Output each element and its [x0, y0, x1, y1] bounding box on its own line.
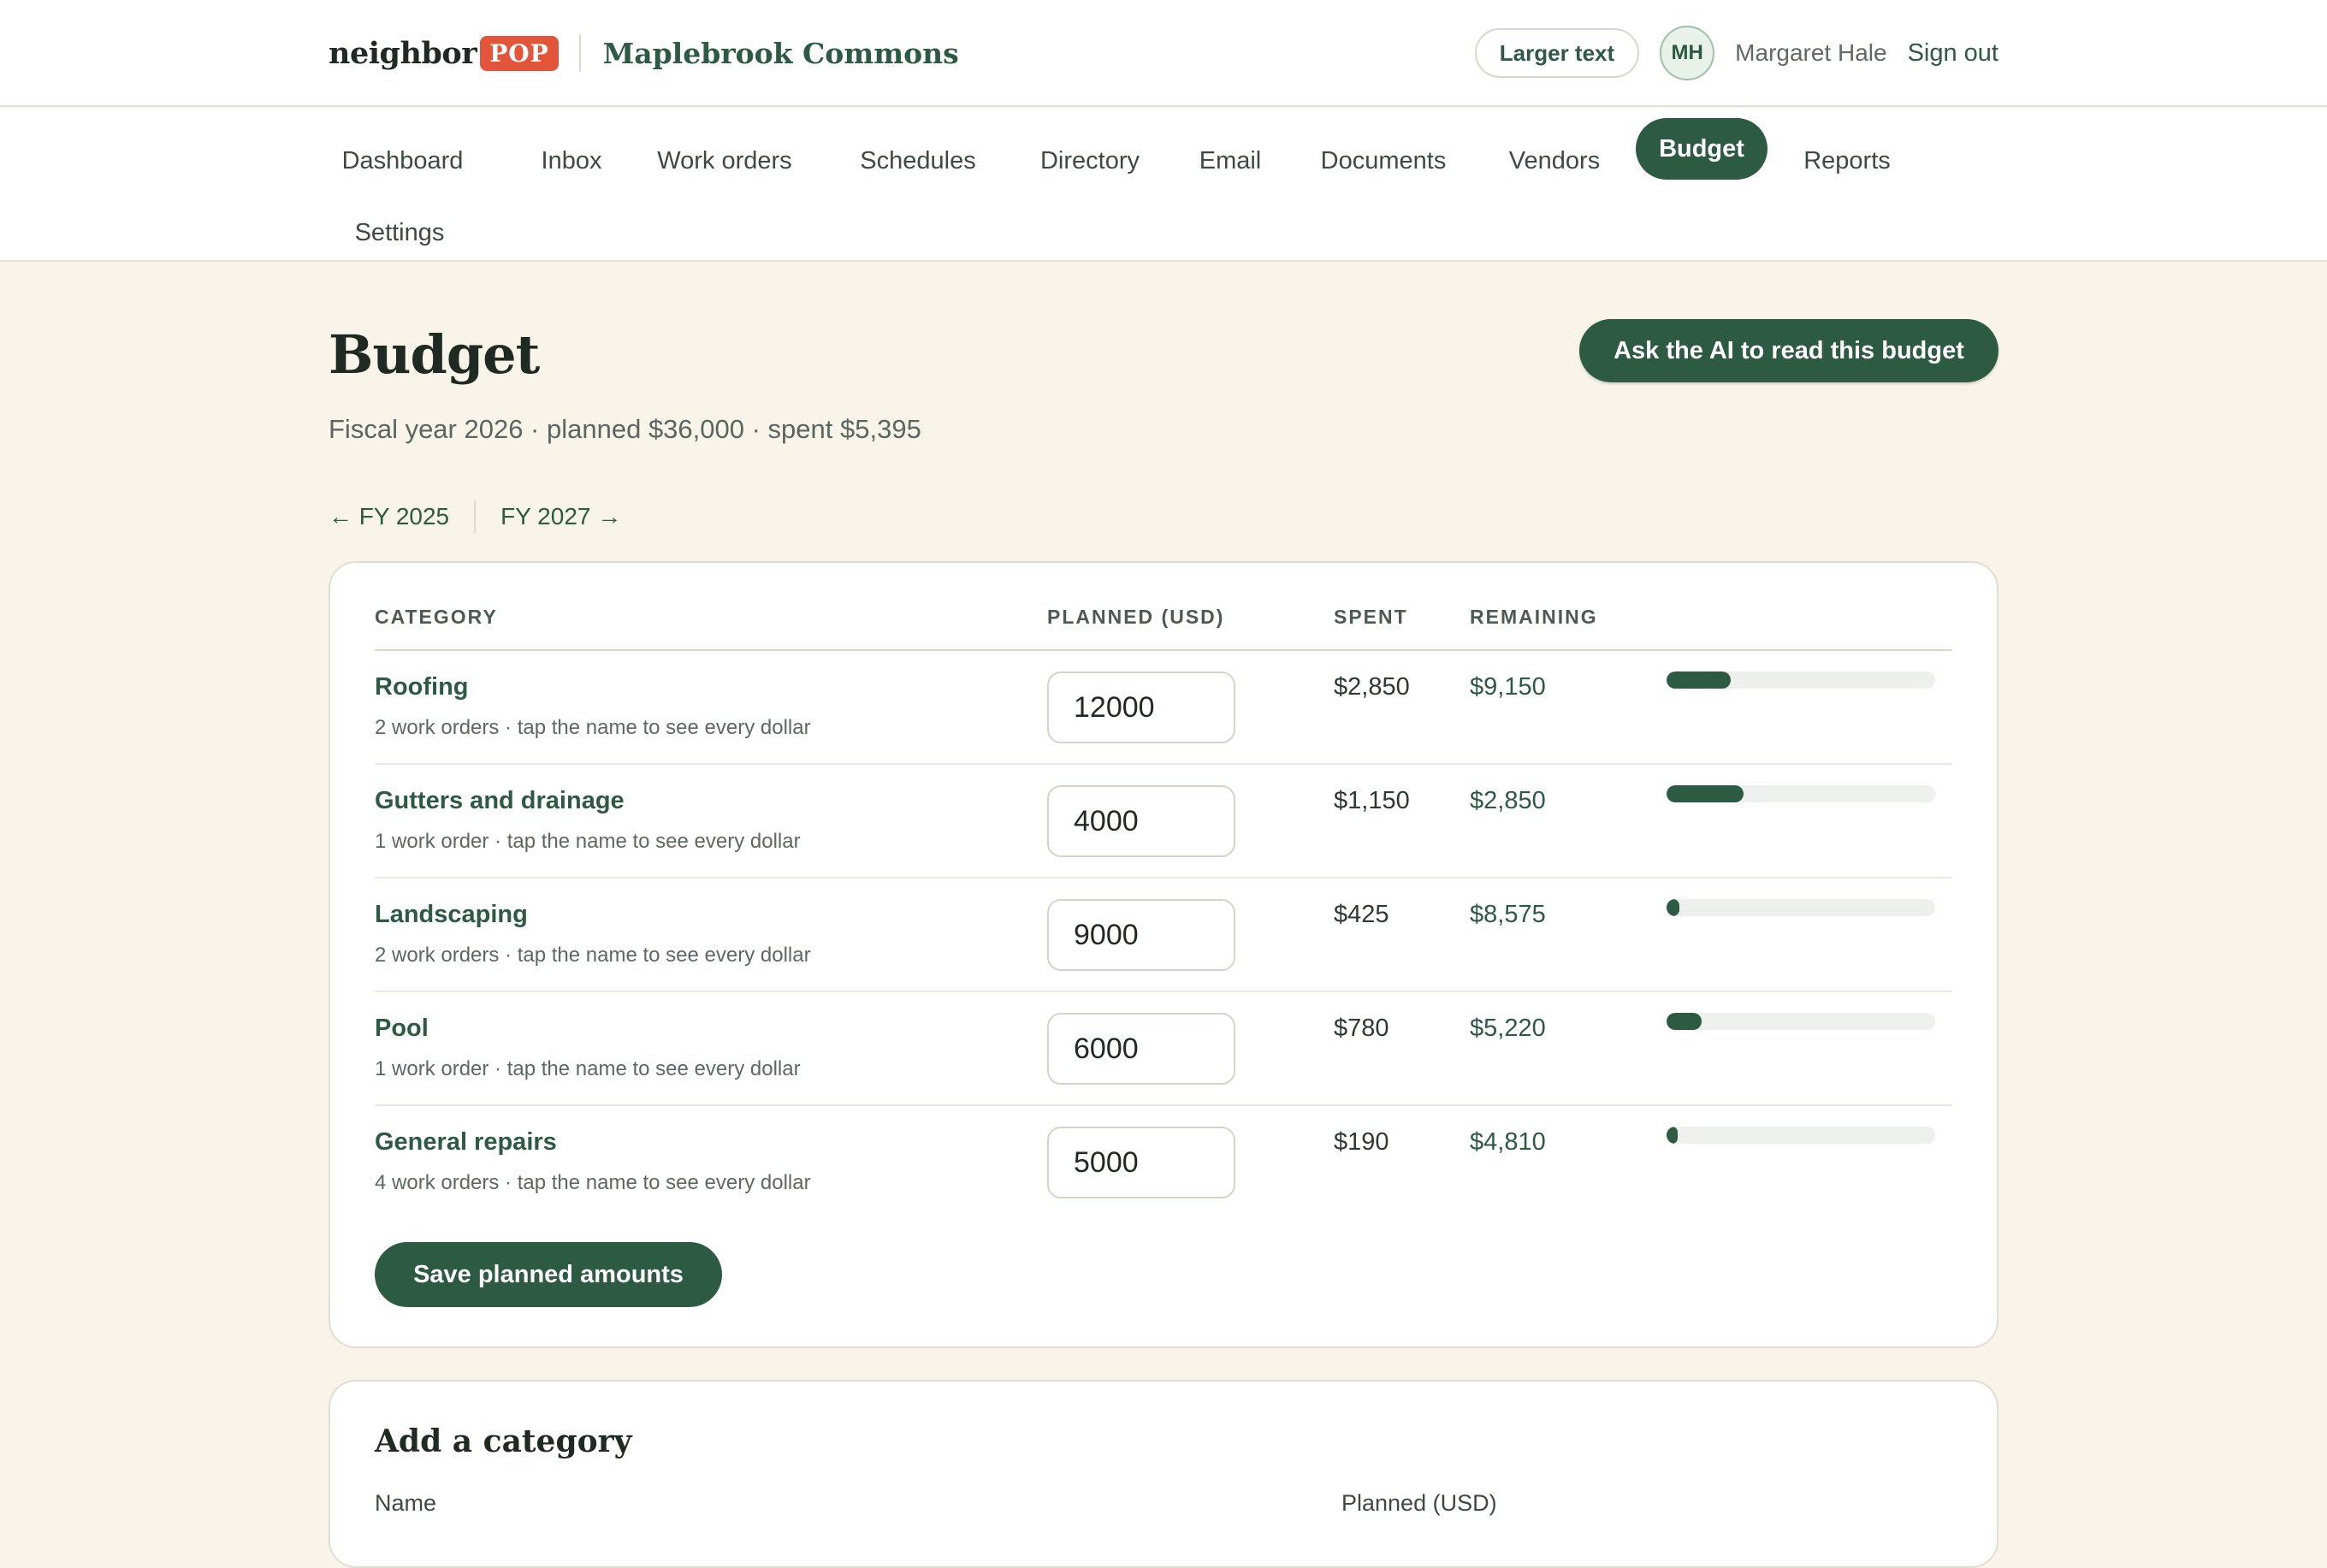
category-hint: 2 work orders · tap the name to see ever… [375, 944, 811, 967]
category-hint: 1 work order · tap the name to see every… [375, 1057, 801, 1080]
spent-progress-bar [1667, 785, 1935, 802]
planned-amount-input[interactable] [1047, 1013, 1235, 1085]
category-name-link[interactable]: Pool [375, 1015, 429, 1043]
nav-item-settings[interactable]: Settings [329, 202, 471, 263]
spent-progress-fill [1667, 899, 1679, 916]
main-nav: Dashboard Inbox Work orders Schedules Di… [0, 108, 2327, 262]
table-row: Landscaping 2 work orders · tap the name… [375, 879, 1952, 992]
column-header-remaining: REMAINING [1470, 606, 1598, 628]
spent-amount: $425 [1334, 901, 1389, 928]
sign-out-link[interactable]: Sign out [1908, 39, 1998, 68]
planned-amount-input[interactable] [1047, 785, 1235, 857]
spent-progress-bar [1667, 1127, 1935, 1144]
remaining-amount: $8,575 [1470, 901, 1546, 928]
category-name-link[interactable]: Roofing [375, 673, 469, 701]
spent-amount: $190 [1334, 1128, 1389, 1156]
avatar[interactable]: MH [1660, 26, 1715, 80]
category-name-link[interactable]: Gutters and drainage [375, 787, 625, 815]
community-name: Maplebrook Commons [602, 36, 959, 70]
spent-progress-bar [1667, 899, 1935, 916]
nav-item-reports[interactable]: Reports [1790, 130, 1904, 192]
category-hint: 4 work orders · tap the name to see ever… [375, 1171, 811, 1194]
planned-field-label: Planned (USD) [1341, 1490, 1497, 1516]
nav-item-schedules[interactable]: Schedules [838, 130, 998, 192]
category-hint: 1 work order · tap the name to see every… [375, 830, 801, 853]
category-hint: 2 work orders · tap the name to see ever… [375, 716, 811, 739]
next-year-link[interactable]: FY 2027 → [500, 503, 621, 530]
larger-text-button[interactable]: Larger text [1474, 28, 1640, 78]
category-name-link[interactable]: General repairs [375, 1128, 557, 1157]
name-field-label: Name [375, 1490, 437, 1516]
remaining-amount: $9,150 [1470, 673, 1546, 701]
spent-amount: $780 [1334, 1015, 1389, 1042]
brand-badge: POP [480, 35, 559, 71]
spent-progress-fill [1667, 672, 1731, 689]
add-category-card [329, 1380, 1998, 1568]
planned-amount-input[interactable] [1047, 672, 1235, 743]
remaining-amount: $2,850 [1470, 787, 1546, 814]
nav-item-inbox[interactable]: Inbox [513, 130, 630, 192]
table-row: Gutters and drainage 1 work order · tap … [375, 765, 1952, 879]
spent-progress-fill [1667, 785, 1744, 802]
nav-item-vendors[interactable]: Vendors [1489, 130, 1620, 192]
spent-progress-fill [1667, 1013, 1702, 1030]
nav-item-dashboard[interactable]: Dashboard [329, 130, 477, 192]
column-header-category: CATEGORY [375, 606, 498, 628]
remaining-amount: $5,220 [1470, 1015, 1546, 1042]
spent-amount: $1,150 [1334, 787, 1410, 814]
planned-amount-input[interactable] [1047, 899, 1235, 971]
add-category-title: Add a category [375, 1423, 632, 1459]
brand-wordmark: neighbor [329, 35, 477, 71]
table-row: General repairs 4 work orders · tap the … [375, 1106, 1952, 1220]
previous-year-link[interactable]: ← FY 2025 [329, 503, 449, 530]
table-row: Pool 1 work order · tap the name to see … [375, 992, 1952, 1106]
spent-progress-bar [1667, 1013, 1935, 1030]
top-bar: neighbor POP Maplebrook Commons Larger t… [0, 0, 2327, 107]
spent-amount: $2,850 [1334, 673, 1410, 701]
nav-item-documents[interactable]: Documents [1302, 130, 1465, 192]
page-title: Budget [329, 323, 540, 386]
year-divider [474, 500, 477, 533]
brand-divider [578, 34, 581, 72]
nav-item-directory[interactable]: Directory [1018, 130, 1162, 192]
save-planned-amounts-button[interactable]: Save planned amounts [375, 1242, 722, 1307]
category-name-link[interactable]: Landscaping [375, 901, 528, 929]
column-header-planned: PLANNED (USD) [1047, 606, 1225, 628]
page-subtitle: Fiscal year 2026 · planned $36,000 · spe… [329, 414, 921, 444]
brand[interactable]: neighbor POP Maplebrook Commons [329, 31, 959, 75]
account-area: Larger text MH Margaret Hale Sign out [1474, 26, 1998, 80]
remaining-amount: $4,810 [1470, 1128, 1546, 1156]
ask-ai-button[interactable]: Ask the AI to read this budget [1579, 319, 1998, 382]
user-name: Margaret Hale [1735, 39, 1887, 66]
nav-item-email[interactable]: Email [1182, 130, 1278, 192]
planned-amount-input[interactable] [1047, 1127, 1235, 1198]
spent-progress-bar [1667, 672, 1935, 689]
nav-item-budget[interactable]: Budget [1636, 118, 1767, 180]
year-switcher: ← FY 2025 FY 2027 → [329, 500, 621, 534]
spent-progress-fill [1667, 1127, 1678, 1144]
column-header-spent: SPENT [1334, 606, 1408, 628]
nav-item-work-orders[interactable]: Work orders [637, 130, 813, 192]
table-row: Roofing 2 work orders · tap the name to … [375, 651, 1952, 765]
